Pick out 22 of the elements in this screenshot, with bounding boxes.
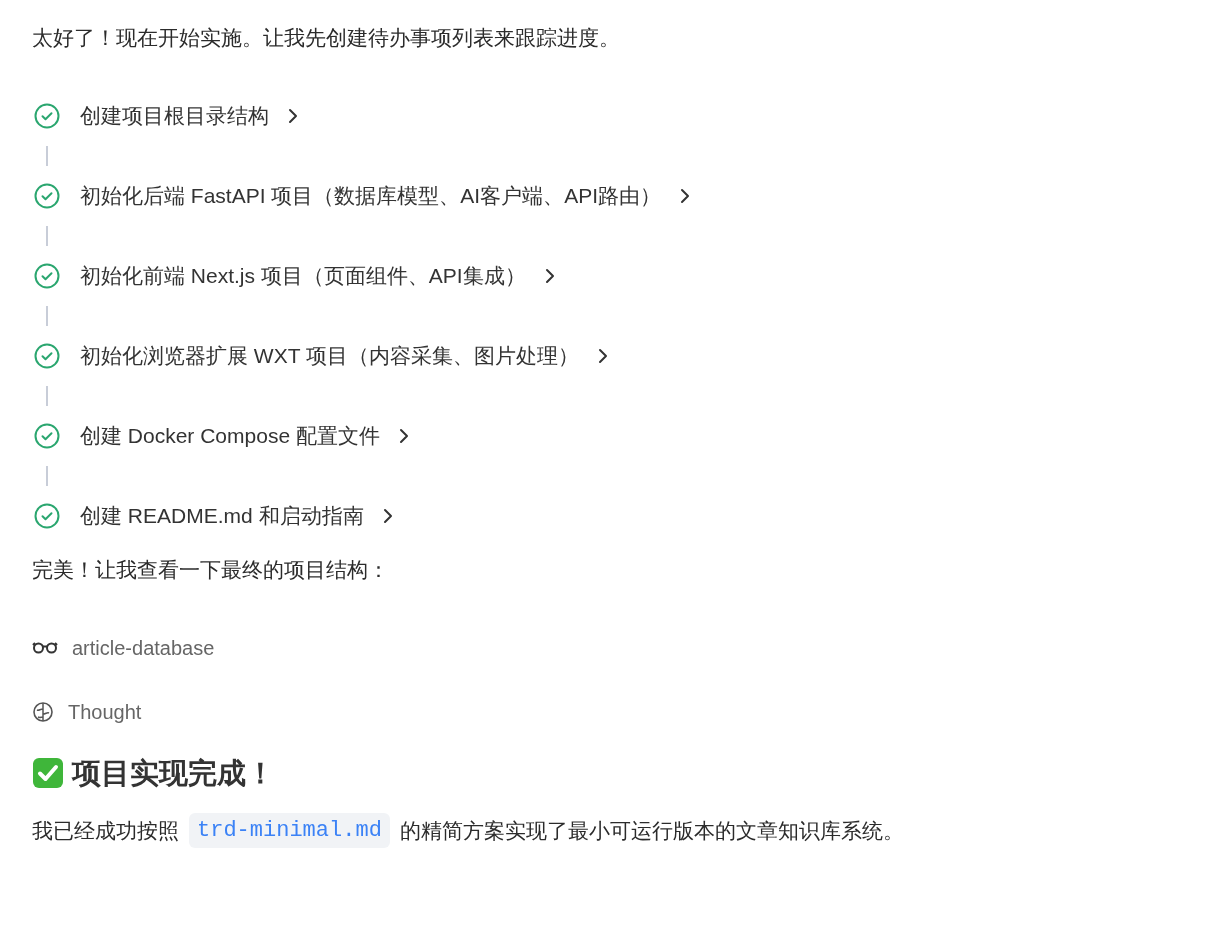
inline-code: trd-minimal.md bbox=[189, 812, 390, 848]
todo-label[interactable]: 创建 Docker Compose 配置文件 bbox=[80, 420, 380, 452]
section-heading: 项目实现完成！ bbox=[72, 756, 275, 791]
tool-step-label[interactable]: article-database bbox=[72, 633, 215, 663]
tool-step-label[interactable]: Thought bbox=[68, 697, 142, 727]
summary-text: 我已经成功按照 bbox=[32, 817, 179, 844]
todo-label[interactable]: 初始化后端 FastAPI 项目（数据库模型、AI客户端、API路由） bbox=[80, 180, 662, 212]
message-text: 完美！让我查看一下最终的项目结构： bbox=[32, 557, 390, 583]
chevron-right-icon[interactable] bbox=[679, 188, 692, 204]
chevron-right-icon[interactable] bbox=[543, 268, 556, 284]
todo-label[interactable]: 创建 README.md 和启动指南 bbox=[80, 500, 364, 532]
chevron-right-icon[interactable] bbox=[596, 348, 609, 364]
todo-label[interactable]: 创建项目根目录结构 bbox=[80, 100, 269, 132]
chevron-right-icon[interactable] bbox=[287, 108, 299, 124]
todo-label[interactable]: 初始化浏览器扩展 WXT 项目（内容采集、图片处理） bbox=[80, 340, 579, 372]
chevron-right-icon[interactable] bbox=[397, 428, 410, 444]
check-mark-icon bbox=[32, 757, 64, 790]
summary-text: 的精简方案实现了最小可运行版本的文章知识库系统。 bbox=[399, 817, 904, 844]
chevron-right-icon[interactable] bbox=[381, 508, 394, 524]
intro-text: 太好了！现在开始实施。让我先创建待办事项列表来跟踪进度。 bbox=[32, 25, 621, 51]
todo-label[interactable]: 初始化前端 Next.js 项目（页面组件、API集成） bbox=[80, 260, 526, 292]
brain-icon bbox=[32, 701, 54, 723]
